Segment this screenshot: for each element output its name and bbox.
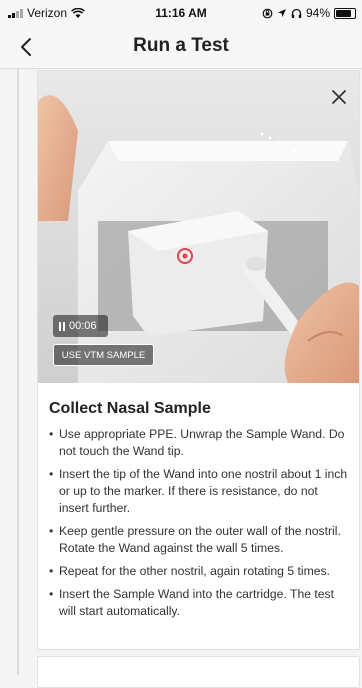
list-item: Insert the Sample Wand into the cartridg… bbox=[49, 586, 349, 620]
battery-fill bbox=[336, 9, 352, 17]
section-title: Collect Nasal Sample bbox=[49, 400, 211, 417]
scroll-track[interactable] bbox=[17, 69, 19, 675]
list-item: Insert the tip of the Wand into one nost… bbox=[49, 466, 349, 517]
lock-rotation-icon bbox=[262, 8, 273, 18]
use-vtm-sample-button[interactable]: USE VTM SAMPLE bbox=[53, 344, 154, 366]
nav-bar: Run a Test bbox=[0, 26, 362, 69]
list-item: Repeat for the other nostril, again rota… bbox=[49, 563, 349, 580]
video-timer[interactable]: 00:06 bbox=[53, 315, 108, 337]
pause-icon[interactable] bbox=[59, 321, 65, 331]
status-bar: Verizon 11:16 AM 94% bbox=[0, 0, 362, 26]
list-item: Keep gentle pressure on the outer wall o… bbox=[49, 523, 349, 557]
test-step-card: 00:06 USE VTM SAMPLE Collect Nasal Sampl… bbox=[37, 70, 360, 650]
battery-icon bbox=[334, 7, 356, 19]
status-right: 94% bbox=[262, 6, 356, 20]
list-item: Use appropriate PPE. Unwrap the Sample W… bbox=[49, 426, 349, 460]
steps-list: Use appropriate PPE. Unwrap the Sample W… bbox=[49, 426, 349, 620]
instruction-video[interactable]: 00:06 USE VTM SAMPLE bbox=[38, 71, 359, 383]
close-icon[interactable] bbox=[329, 87, 349, 107]
location-icon bbox=[277, 9, 286, 17]
headphones-icon bbox=[291, 8, 302, 18]
timer-label: 00:06 bbox=[69, 320, 97, 332]
page-title: Run a Test bbox=[133, 35, 229, 56]
next-step-card[interactable] bbox=[37, 656, 360, 688]
card-body: Collect Nasal Sample Use appropriate PPE… bbox=[38, 383, 359, 626]
battery-percent: 94% bbox=[305, 6, 330, 20]
